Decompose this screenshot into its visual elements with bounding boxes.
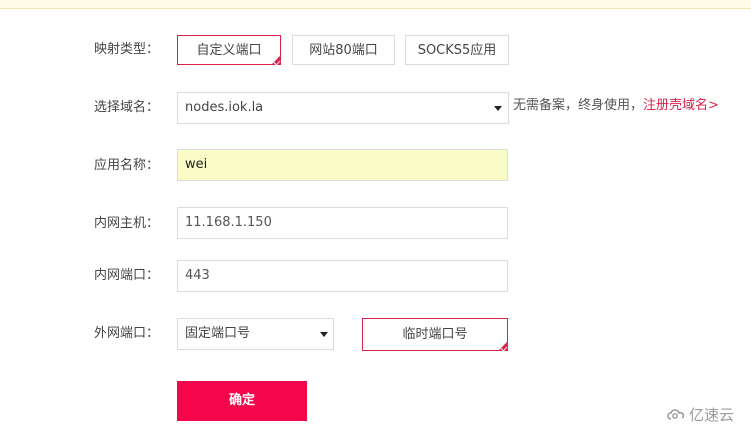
- chevron-down-icon: [320, 332, 328, 337]
- temporary-port-label: 临时端口号: [402, 327, 468, 342]
- mapping-type-custom-port-label: 自定义端口: [196, 43, 262, 58]
- intranet-port-input[interactable]: 443: [177, 260, 508, 292]
- intranet-host-value: 11.168.1.150: [185, 215, 272, 230]
- mapping-type-custom-port-option[interactable]: 自定义端口: [177, 35, 281, 66]
- mapping-type-label: 映射类型：: [94, 42, 160, 57]
- port-mapping-form-page: 映射类型： 自定义端口 网站80端口 SOCKS5应用 选择域名： nodes.…: [0, 0, 751, 436]
- domain-hint-text: 无需备案，终身使用，: [513, 98, 644, 113]
- mapping-type-socks5-option[interactable]: SOCKS5应用: [405, 35, 509, 65]
- app-name-label: 应用名称：: [94, 158, 160, 173]
- mapping-type-socks5-label: SOCKS5应用: [417, 43, 497, 58]
- domain-label: 选择域名：: [94, 100, 160, 115]
- app-name-value: wei: [185, 157, 208, 172]
- register-domain-link[interactable]: 注册壳域名>: [643, 98, 719, 113]
- intranet-host-label: 内网主机：: [94, 216, 160, 231]
- intranet-host-input[interactable]: 11.168.1.150: [177, 207, 508, 239]
- external-port-select-value: 固定端口号: [185, 326, 251, 341]
- intranet-port-label: 内网端口：: [94, 268, 160, 283]
- top-notice-strip: [0, 0, 751, 9]
- mapping-type-web80-label: 网站80端口: [309, 43, 378, 58]
- cloud-logo-icon: [667, 409, 685, 420]
- confirm-button[interactable]: 确定: [177, 381, 307, 421]
- external-port-label: 外网端口：: [94, 326, 160, 341]
- temporary-port-button[interactable]: 临时端口号: [362, 318, 508, 352]
- watermark: 亿速云: [666, 403, 734, 425]
- chevron-down-icon: [494, 106, 502, 111]
- external-port-select[interactable]: 固定端口号: [177, 318, 334, 350]
- watermark-text: 亿速云: [689, 405, 735, 424]
- intranet-port-value: 443: [185, 268, 210, 283]
- domain-hint: 无需备案，终身使用，注册壳域名>: [513, 98, 719, 114]
- app-name-input[interactable]: wei: [177, 149, 508, 181]
- domain-select-value: nodes.iok.la: [185, 100, 264, 115]
- domain-select[interactable]: nodes.iok.la: [177, 92, 509, 124]
- mapping-type-web80-option[interactable]: 网站80端口: [292, 35, 395, 65]
